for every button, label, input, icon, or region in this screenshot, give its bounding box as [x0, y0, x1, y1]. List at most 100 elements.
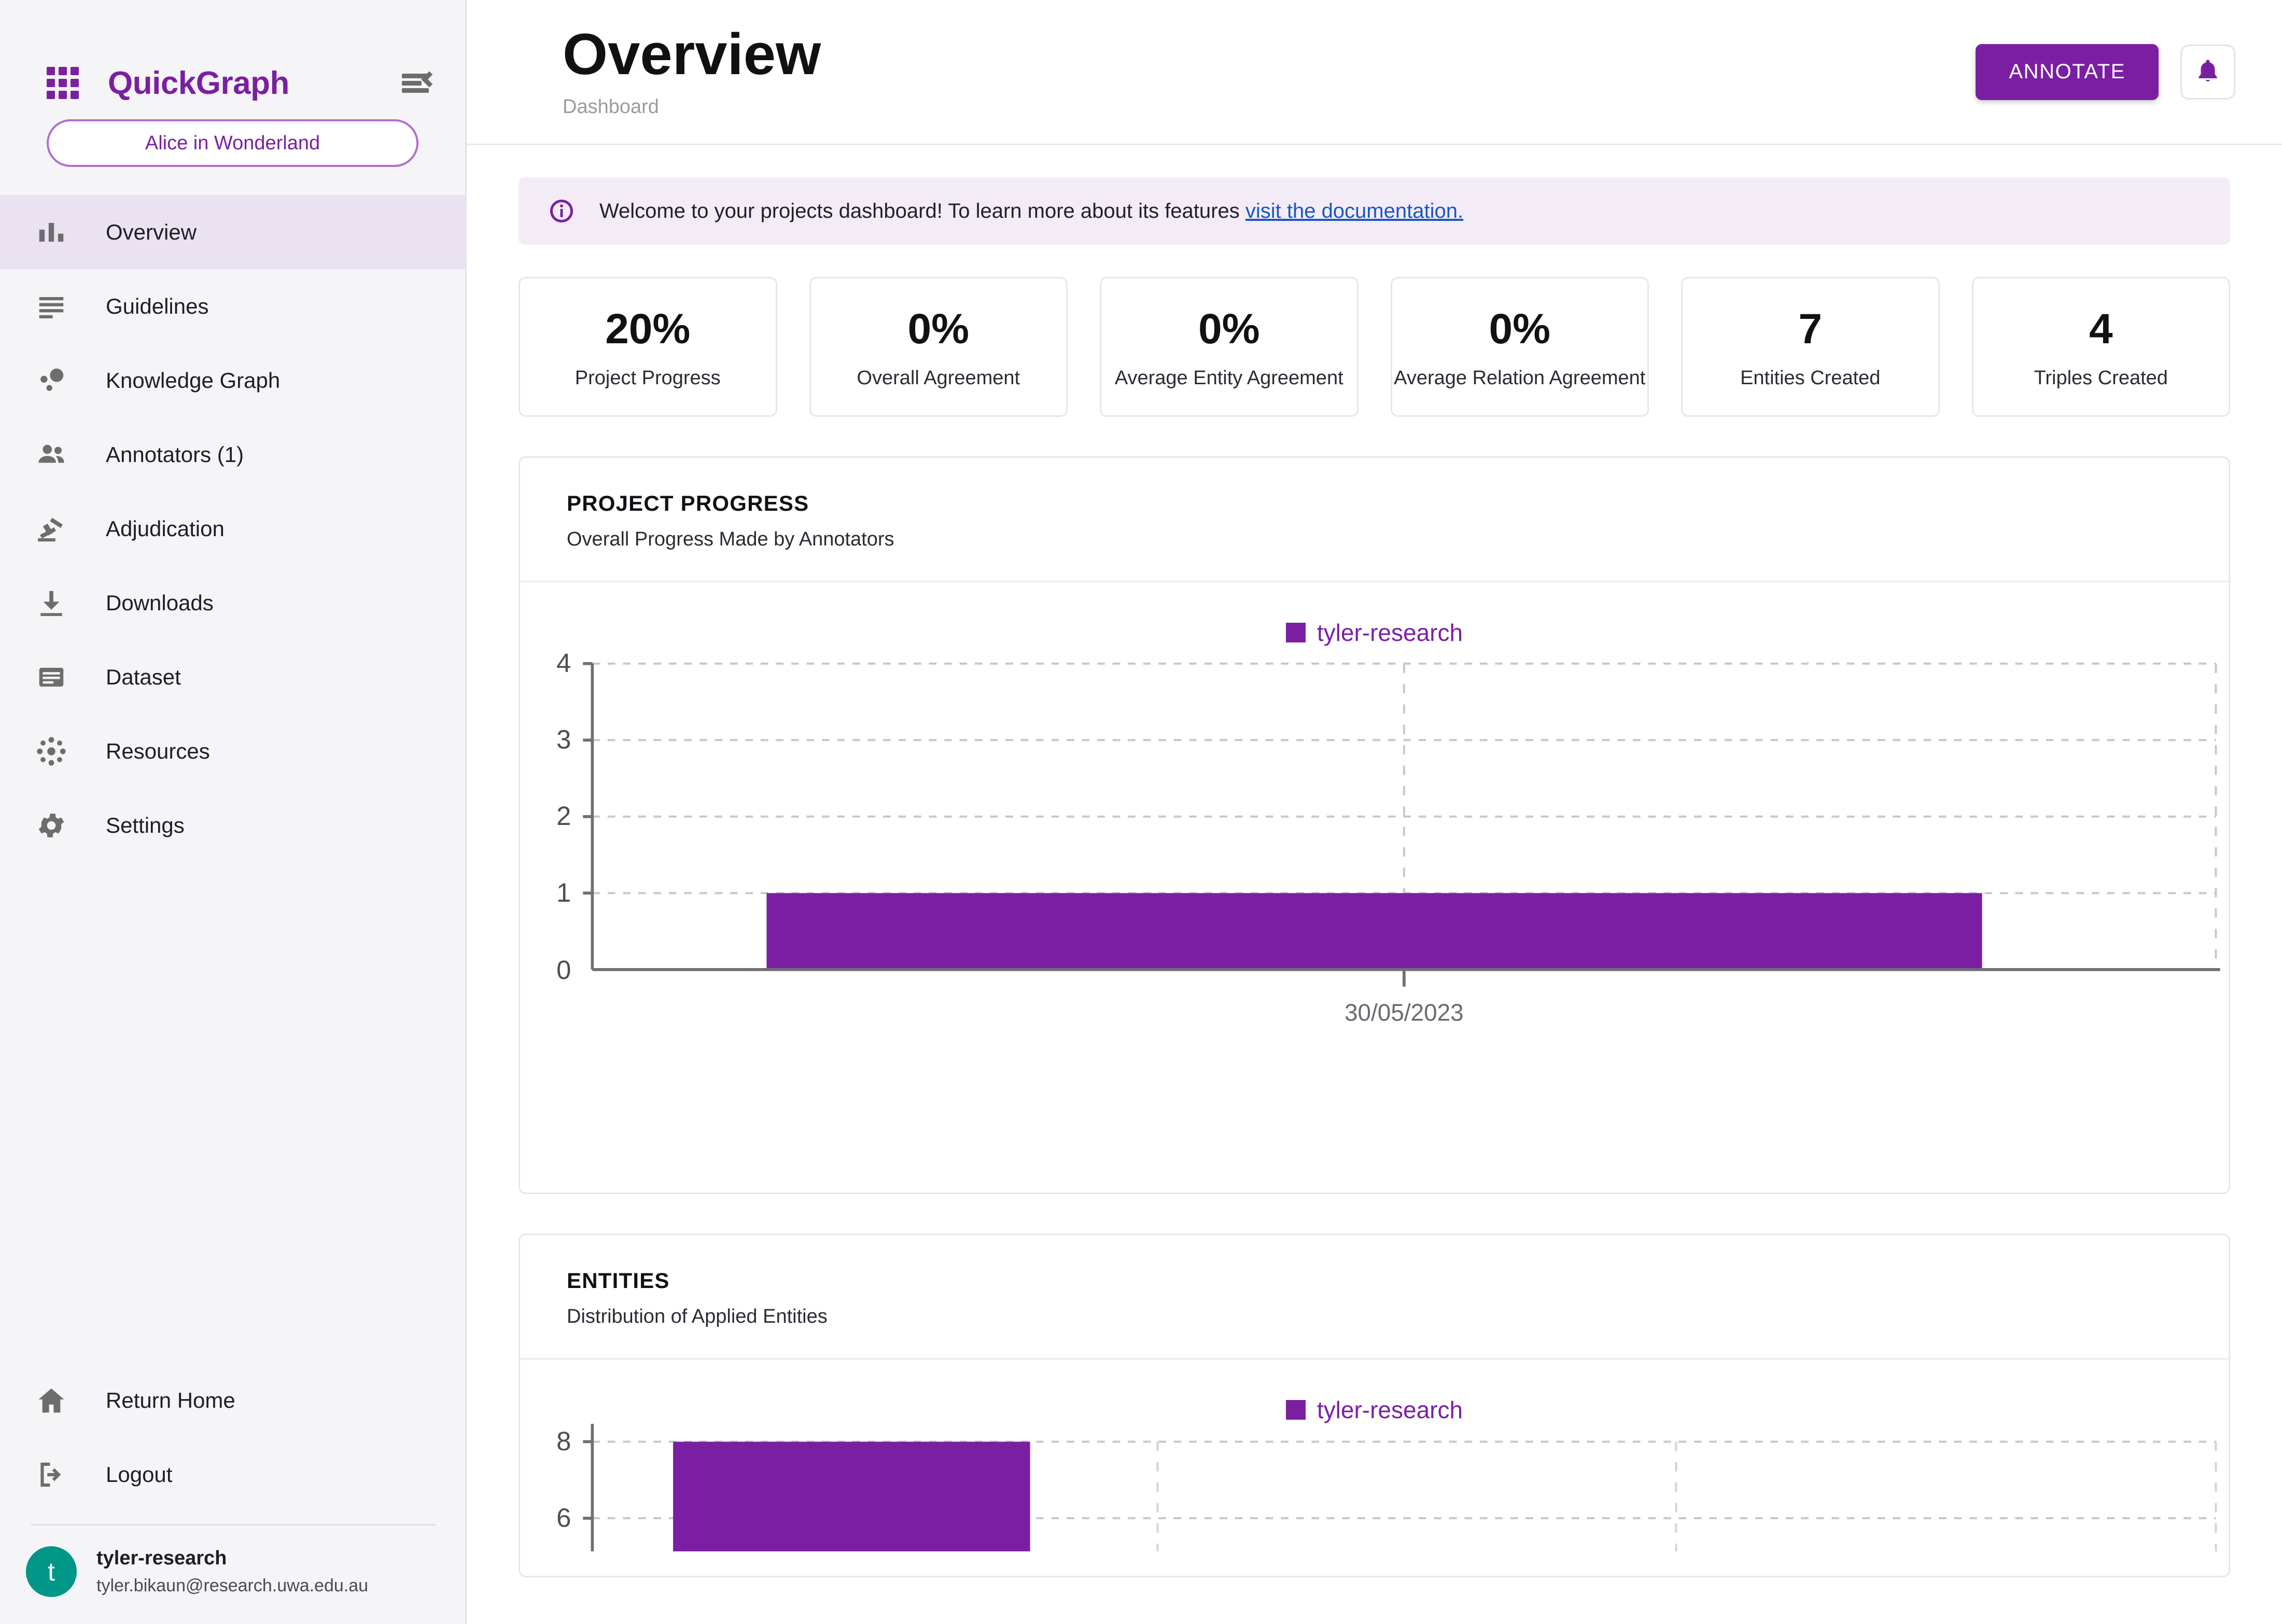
legend-label: tyler-research — [1317, 619, 1463, 647]
graph-nodes-icon — [33, 362, 69, 399]
stat-value: 0% — [1489, 305, 1550, 354]
stat-label: Project Progress — [575, 367, 721, 389]
legend-swatch-icon — [1286, 1400, 1306, 1420]
home-icon — [33, 1382, 69, 1419]
panel-header: ENTITIES Distribution of Applied Entitie… — [520, 1235, 2229, 1358]
ytick-8: 8 — [556, 1426, 571, 1456]
stat-card-average-relation-agreement: 0% Average Relation Agreement — [1391, 277, 1649, 417]
page-title: Overview — [563, 25, 821, 83]
download-icon — [33, 585, 69, 621]
stats-row: 20% Project Progress 0% Overall Agreemen… — [519, 277, 2230, 417]
sidebar-item-downloads[interactable]: Downloads — [0, 566, 465, 640]
sidebar-item-label: Knowledge Graph — [106, 368, 280, 393]
entities-chart-svg: 8 6 — [520, 1424, 2229, 1551]
notification-bell-icon — [2194, 57, 2222, 87]
stat-card-average-entity-agreement: 0% Average Entity Agreement — [1100, 277, 1359, 417]
stat-card-entities-created: 7 Entities Created — [1681, 277, 1940, 417]
sidebar: QuickGraph Alice in Wonderland Overview … — [0, 0, 467, 1624]
sidebar-item-label: Guidelines — [106, 294, 208, 319]
banner-message: Welcome to your projects dashboard! To l… — [599, 200, 1245, 222]
sidebar-item-resources[interactable]: Resources — [0, 714, 465, 788]
entities-chart[interactable]: 8 6 — [520, 1424, 2229, 1551]
stat-card-triples-created: 4 Triples Created — [1972, 277, 2231, 417]
info-circle-icon — [548, 197, 576, 225]
sidebar-item-settings[interactable]: Settings — [0, 788, 465, 862]
sidebar-footer: Return Home Logout t tyler-research tyle… — [0, 1363, 467, 1624]
sidebar-item-label: Resources — [106, 739, 210, 764]
topbar-actions: ANNOTATE — [1976, 44, 2235, 100]
sidebar-item-dataset[interactable]: Dataset — [0, 640, 465, 714]
avatar: t — [26, 1546, 77, 1597]
legend-swatch-icon — [1286, 623, 1306, 642]
sidebar-item-knowledge-graph[interactable]: Knowledge Graph — [0, 343, 465, 417]
chart-legend[interactable]: tyler-research — [520, 1360, 2229, 1424]
stat-label: Entities Created — [1740, 367, 1880, 389]
breadcrumb: Dashboard — [563, 96, 821, 118]
stat-label: Average Relation Agreement — [1394, 367, 1645, 389]
ytick-1: 1 — [556, 878, 571, 907]
sidebar-item-label: Settings — [106, 813, 185, 838]
sidebar-item-label: Logout — [106, 1462, 172, 1487]
stat-card-project-progress: 20% Project Progress — [519, 277, 777, 417]
stat-value: 7 — [1798, 305, 1822, 354]
notifications-button[interactable] — [2180, 45, 2235, 100]
bar-chart-icon — [33, 214, 69, 250]
gavel-icon — [33, 511, 69, 547]
panel-title: PROJECT PROGRESS — [567, 491, 2229, 516]
apps-grid-icon[interactable] — [47, 67, 79, 99]
topbar: Overview Dashboard ANNOTATE — [467, 0, 2282, 145]
app-root: QuickGraph Alice in Wonderland Overview … — [0, 0, 2282, 1624]
user-profile[interactable]: t tyler-research tyler.bikaun@research.u… — [0, 1525, 467, 1624]
project-progress-panel: PROJECT PROGRESS Overall Progress Made b… — [519, 456, 2230, 1194]
page-heading: Overview Dashboard — [563, 25, 821, 118]
logout-icon — [33, 1457, 69, 1493]
panel-subtitle: Distribution of Applied Entities — [567, 1306, 2229, 1328]
gear-icon — [33, 807, 69, 844]
hub-icon — [33, 733, 69, 769]
welcome-banner: Welcome to your projects dashboard! To l… — [519, 177, 2230, 245]
sidebar-item-label: Dataset — [106, 665, 181, 690]
document-list-icon — [33, 659, 69, 695]
xtick-label-0: 30/05/2023 — [1345, 999, 1464, 1026]
stat-value: 0% — [907, 305, 969, 354]
stat-label: Overall Agreement — [857, 367, 1020, 389]
sidebar-item-annotators[interactable]: Annotators (1) — [0, 417, 465, 492]
welcome-banner-text: Welcome to your projects dashboard! To l… — [599, 200, 1463, 223]
sidebar-item-label: Annotators (1) — [106, 442, 244, 467]
panel-header: PROJECT PROGRESS Overall Progress Made b… — [520, 458, 2229, 581]
stat-label: Triples Created — [2034, 367, 2168, 389]
main-content: Overview Dashboard ANNOTATE Welcome to y… — [467, 0, 2282, 1624]
brand-name: QuickGraph — [108, 65, 289, 102]
project-name: Alice in Wonderland — [145, 132, 320, 155]
dashboard-content: Welcome to your projects dashboard! To l… — [467, 145, 2282, 1577]
sidebar-item-logout[interactable]: Logout — [0, 1437, 467, 1511]
documentation-link[interactable]: visit the documentation. — [1245, 200, 1463, 222]
chart-legend[interactable]: tyler-research — [520, 582, 2229, 647]
sidebar-item-label: Adjudication — [106, 516, 225, 541]
ytick-0: 0 — [556, 955, 571, 985]
stat-value: 20% — [605, 305, 690, 354]
project-progress-chart-svg: 4 3 2 1 0 30/05/2023 — [520, 647, 2229, 1029]
sidebar-item-return-home[interactable]: Return Home — [0, 1363, 467, 1437]
sidebar-item-guidelines[interactable]: Guidelines — [0, 269, 465, 343]
ytick-6: 6 — [556, 1503, 571, 1532]
sidebar-nav: Overview Guidelines Knowledge Graph Anno… — [0, 195, 465, 862]
panel-subtitle: Overall Progress Made by Annotators — [567, 528, 2229, 551]
sidebar-item-label: Return Home — [106, 1388, 235, 1413]
sidebar-item-overview[interactable]: Overview — [0, 195, 465, 269]
stat-card-overall-agreement: 0% Overall Agreement — [809, 277, 1068, 417]
brand-row: QuickGraph — [0, 0, 465, 119]
collapse-sidebar-icon[interactable] — [402, 67, 434, 99]
project-selector-pill[interactable]: Alice in Wonderland — [47, 119, 418, 167]
user-email: tyler.bikaun@research.uwa.edu.au — [96, 1576, 368, 1596]
panel-title: ENTITIES — [567, 1268, 2229, 1293]
ytick-4: 4 — [556, 648, 571, 678]
project-progress-chart[interactable]: 4 3 2 1 0 30/05/2023 — [520, 647, 2229, 1029]
sidebar-item-adjudication[interactable]: Adjudication — [0, 492, 465, 566]
annotate-button[interactable]: ANNOTATE — [1976, 44, 2159, 100]
bar-30-05-2023 — [766, 893, 1982, 970]
stat-value: 4 — [2089, 305, 2113, 354]
panel-body: tyler-research 8 — [520, 1358, 2229, 1576]
sidebar-item-label: Overview — [106, 220, 197, 245]
ytick-2: 2 — [556, 801, 571, 831]
